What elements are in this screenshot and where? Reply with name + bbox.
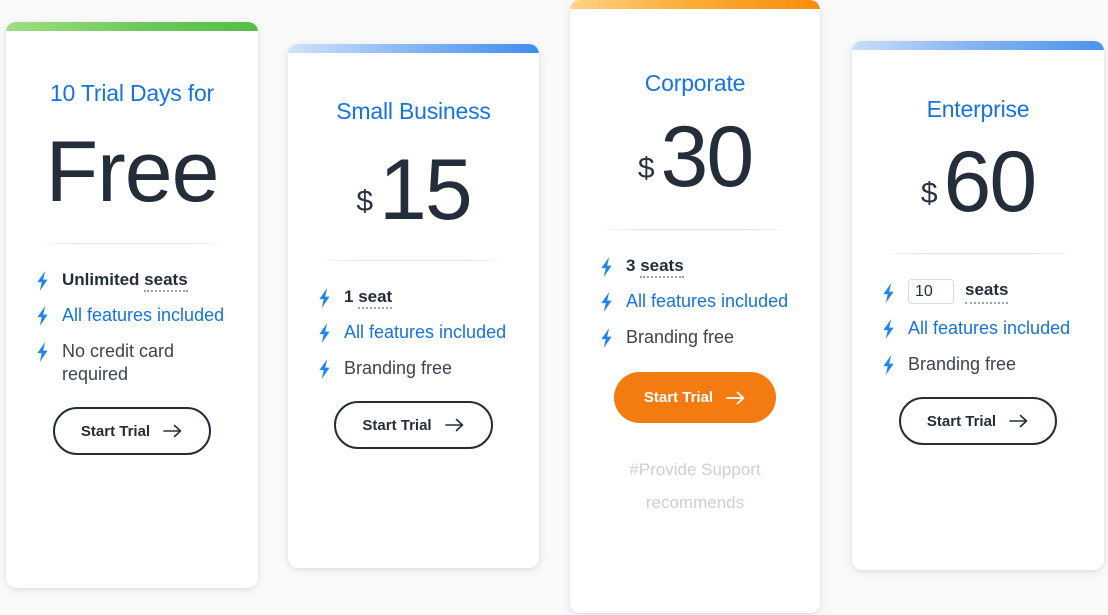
button-label: Start Trial xyxy=(362,416,432,434)
feature-list-enterprise: seats All features included xyxy=(880,279,1076,376)
feature-label: All features included xyxy=(344,322,507,342)
feature-item: 3 seats xyxy=(598,255,792,278)
feature-item-seats: seats xyxy=(880,279,1076,304)
lightning-bolt-icon xyxy=(316,287,333,309)
plan-title-free: 10 Trial Days for xyxy=(49,80,215,106)
seats-quantity-input[interactable] xyxy=(908,279,954,304)
lightning-bolt-icon xyxy=(880,282,897,304)
card-accent-bar-green xyxy=(6,22,258,31)
arrow-right-icon xyxy=(444,418,465,432)
feature-item: Branding free xyxy=(598,326,792,349)
pricing-card-small-business[interactable]: Small Business $ 15 1 seat All features … xyxy=(288,44,539,568)
feature-item: No credit card required xyxy=(34,340,230,386)
feature-label: All features included xyxy=(626,291,789,311)
feature-item: 1 seat xyxy=(316,286,511,309)
seats-tooltip-word[interactable]: seats xyxy=(144,270,188,292)
card-accent-bar-orange xyxy=(570,0,820,9)
feature-label: Unlimited seats xyxy=(62,269,188,292)
feature-label: 1 seat xyxy=(344,286,393,309)
currency-symbol: $ xyxy=(356,185,373,218)
recommendation-note-line2: recommends xyxy=(645,493,745,513)
feature-list-free: Unlimited seats All features included No… xyxy=(34,269,230,386)
pricing-card-corporate[interactable]: Corporate $ 30 3 seats All features incl… xyxy=(570,0,820,613)
lightning-bolt-icon xyxy=(34,341,51,363)
feature-label: Branding free xyxy=(908,354,1017,375)
start-trial-button-corporate[interactable]: Start Trial xyxy=(613,372,777,424)
feature-item: All features included xyxy=(316,321,511,344)
arrow-right-icon xyxy=(163,424,183,438)
seats-tooltip-word[interactable]: seats xyxy=(965,279,1009,304)
price-amount: 60 xyxy=(943,134,1038,230)
lightning-bolt-icon xyxy=(598,256,615,278)
lightning-bolt-icon xyxy=(316,322,333,344)
pricing-card-enterprise[interactable]: Enterprise $ 60 seats xyxy=(852,41,1104,570)
button-label: Start Trial xyxy=(643,389,714,407)
plan-title-corporate: Corporate xyxy=(644,70,746,96)
recommendation-note: #Provide Support recommends xyxy=(598,453,792,519)
feature-item: All features included xyxy=(880,317,1076,340)
lightning-bolt-icon xyxy=(598,327,615,349)
lightning-bolt-icon xyxy=(316,358,333,380)
feature-item: All features included xyxy=(598,290,792,313)
lightning-bolt-icon xyxy=(34,270,51,292)
feature-label: Branding free xyxy=(626,327,735,348)
feature-list-small-business: 1 seat All features included Branding fr… xyxy=(316,286,511,380)
pricing-card-free[interactable]: 10 Trial Days for Free Unlimited seats A… xyxy=(6,22,258,588)
card-accent-bar-blue xyxy=(288,44,539,53)
arrow-right-icon xyxy=(726,391,746,405)
feature-label: All features included xyxy=(908,318,1071,338)
currency-symbol: $ xyxy=(920,177,938,210)
feature-item: All features included xyxy=(34,304,230,327)
seats-tooltip-word[interactable]: seat xyxy=(358,287,393,309)
plan-price-free: Free xyxy=(45,124,220,220)
lightning-bolt-icon xyxy=(34,305,51,327)
feature-item: Branding free xyxy=(316,357,511,380)
start-trial-button-small-business[interactable]: Start Trial xyxy=(334,401,493,450)
lightning-bolt-icon xyxy=(598,291,615,313)
feature-label: No credit card required xyxy=(62,341,175,385)
plan-price-enterprise: $ 60 xyxy=(880,139,1076,225)
start-trial-button-free[interactable]: Start Trial xyxy=(52,407,212,456)
start-trial-button-enterprise[interactable]: Start Trial xyxy=(898,397,1058,446)
currency-symbol: $ xyxy=(637,152,655,185)
plan-title-enterprise: Enterprise xyxy=(926,96,1030,122)
button-label: Start Trial xyxy=(80,422,151,440)
plan-title-small-business: Small Business xyxy=(336,98,491,124)
feature-label: 3 seats xyxy=(626,255,684,278)
lightning-bolt-icon xyxy=(880,354,897,376)
feature-label: All features included xyxy=(62,305,225,325)
card-accent-bar-blue xyxy=(852,41,1104,50)
plan-price-small-business: $ 15 xyxy=(316,147,511,233)
feature-list-corporate: 3 seats All features included Branding f… xyxy=(598,255,792,349)
seats-tooltip-word[interactable]: seats xyxy=(640,256,684,278)
recommendation-note-line1: #Provide Support xyxy=(629,460,761,480)
button-label: Start Trial xyxy=(926,412,997,430)
feature-label: Branding free xyxy=(344,358,453,379)
price-amount: 30 xyxy=(660,109,755,205)
arrow-right-icon xyxy=(1009,414,1029,428)
pricing-plans-row: 10 Trial Days for Free Unlimited seats A… xyxy=(0,0,1108,615)
lightning-bolt-icon xyxy=(880,318,897,340)
feature-item: Branding free xyxy=(880,353,1076,376)
feature-item: Unlimited seats xyxy=(34,269,230,292)
plan-price-corporate: $ 30 xyxy=(598,114,792,200)
price-amount: 15 xyxy=(379,142,473,238)
